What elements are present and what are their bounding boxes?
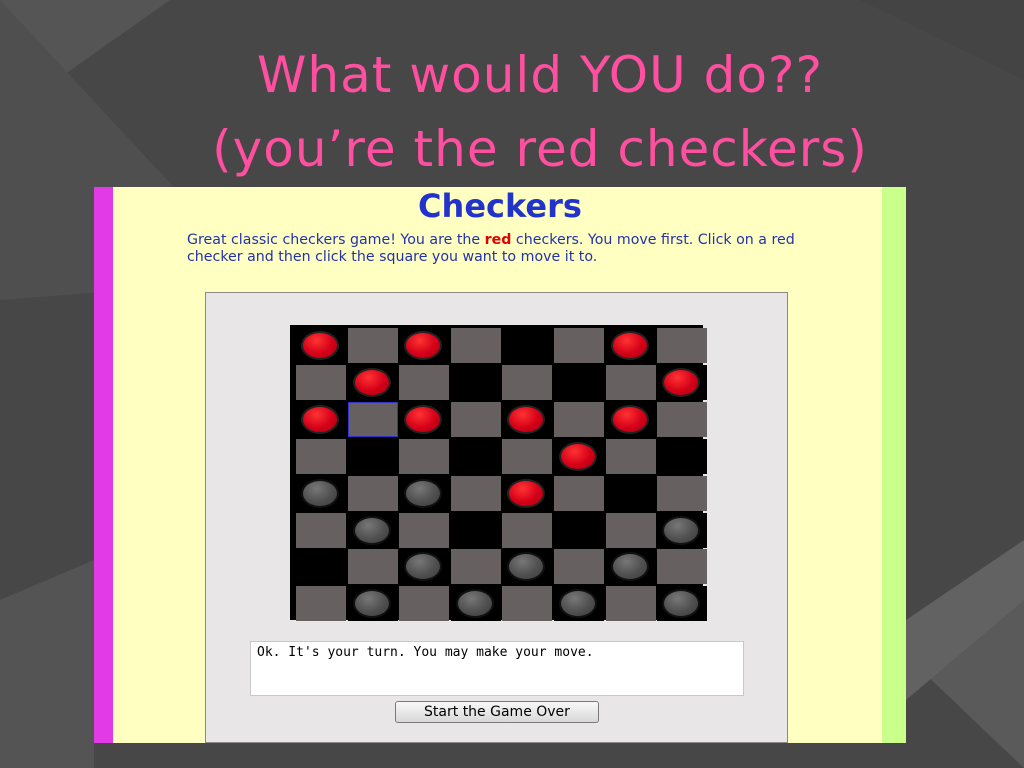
board-square[interactable] <box>399 364 450 400</box>
red-checker-piece[interactable] <box>507 404 546 434</box>
board-square[interactable] <box>399 401 450 437</box>
board-square[interactable] <box>399 438 450 474</box>
red-checker-piece[interactable] <box>610 404 649 434</box>
board-square[interactable] <box>399 549 450 585</box>
red-checker-piece[interactable] <box>559 441 597 471</box>
board-square[interactable] <box>502 549 553 585</box>
slide-title-line-1: What would YOU do?? <box>256 46 824 104</box>
red-checker-piece[interactable] <box>301 331 339 360</box>
board-square[interactable] <box>296 401 346 437</box>
board-square[interactable] <box>502 438 553 474</box>
board-square[interactable] <box>554 364 604 400</box>
board-square[interactable] <box>554 401 604 437</box>
black-checker-piece[interactable] <box>610 552 649 582</box>
checkers-board[interactable] <box>290 325 708 622</box>
board-square[interactable] <box>605 401 656 437</box>
red-checker-piece[interactable] <box>662 367 701 397</box>
red-checker-piece[interactable] <box>404 404 443 434</box>
board-square[interactable] <box>450 475 501 511</box>
board-square[interactable] <box>399 586 450 622</box>
board-square[interactable] <box>296 549 346 585</box>
board-square[interactable] <box>450 549 501 585</box>
board-square[interactable] <box>347 512 398 548</box>
board-square[interactable] <box>399 475 450 511</box>
black-checker-piece[interactable] <box>404 478 443 508</box>
board-square[interactable] <box>502 512 553 548</box>
board-square[interactable] <box>554 586 604 622</box>
red-checker-piece[interactable] <box>507 478 546 508</box>
black-checker-piece[interactable] <box>352 589 391 619</box>
start-game-over-button[interactable]: Start the Game Over <box>395 701 599 723</box>
board-square[interactable] <box>347 328 398 363</box>
board-square[interactable] <box>657 475 708 511</box>
board-square[interactable] <box>399 512 450 548</box>
board-square[interactable] <box>605 475 656 511</box>
left-color-strip <box>94 187 113 743</box>
board-square[interactable] <box>554 438 604 474</box>
black-checker-piece[interactable] <box>559 589 597 619</box>
game-instructions: Great classic checkers game! You are the… <box>187 232 827 266</box>
board-square[interactable] <box>347 364 398 400</box>
board-square[interactable] <box>296 438 346 474</box>
checkers-game-screenshot: Checkers Great classic checkers game! Yo… <box>94 187 906 743</box>
board-square[interactable] <box>347 438 398 474</box>
board-square[interactable] <box>502 475 553 511</box>
red-checker-piece[interactable] <box>352 367 391 397</box>
board-square[interactable] <box>450 364 501 400</box>
red-checker-piece[interactable] <box>301 404 339 434</box>
board-square[interactable] <box>657 328 708 363</box>
board-square[interactable] <box>502 401 553 437</box>
board-square[interactable] <box>605 438 656 474</box>
red-checker-piece[interactable] <box>610 331 649 360</box>
board-square[interactable] <box>296 512 346 548</box>
board-square[interactable] <box>450 401 501 437</box>
right-color-strip <box>882 187 906 743</box>
board-square[interactable] <box>450 512 501 548</box>
board-square[interactable] <box>605 328 656 363</box>
board-square[interactable] <box>502 586 553 622</box>
black-checker-piece[interactable] <box>301 478 339 508</box>
board-square[interactable] <box>296 364 346 400</box>
board-square[interactable] <box>450 328 501 363</box>
board-square[interactable] <box>657 438 708 474</box>
board-square[interactable] <box>502 364 553 400</box>
black-checker-piece[interactable] <box>455 589 494 619</box>
board-square[interactable] <box>450 438 501 474</box>
black-checker-piece[interactable] <box>662 589 701 619</box>
board-square[interactable] <box>554 512 604 548</box>
instructions-highlight-red: red <box>484 232 512 248</box>
board-square[interactable] <box>296 475 346 511</box>
game-heading: Checkers <box>418 187 582 225</box>
black-checker-piece[interactable] <box>352 515 391 545</box>
board-square[interactable] <box>605 512 656 548</box>
board-square[interactable] <box>657 549 708 585</box>
board-square[interactable] <box>605 586 656 622</box>
board-square[interactable] <box>399 328 450 363</box>
board-square[interactable] <box>296 328 346 363</box>
red-checker-piece[interactable] <box>404 331 443 360</box>
board-square[interactable] <box>657 586 708 622</box>
board-square[interactable] <box>347 475 398 511</box>
board-square[interactable] <box>554 475 604 511</box>
board-square[interactable] <box>450 586 501 622</box>
board-square[interactable] <box>605 364 656 400</box>
black-checker-piece[interactable] <box>507 552 546 582</box>
board-square[interactable] <box>296 586 346 622</box>
slide-title-line-2: (you’re the red checkers) <box>212 120 868 178</box>
board-square[interactable] <box>605 549 656 585</box>
board-square[interactable] <box>347 549 398 585</box>
board-square[interactable] <box>657 512 708 548</box>
black-checker-piece[interactable] <box>662 515 701 545</box>
game-panel: Ok. It's your turn. You may make your mo… <box>205 292 788 743</box>
black-checker-piece[interactable] <box>404 552 443 582</box>
status-message-box[interactable]: Ok. It's your turn. You may make your mo… <box>250 641 744 696</box>
board-square[interactable] <box>347 401 398 437</box>
instructions-text-start: Great classic checkers game! You are the <box>187 232 485 248</box>
board-square[interactable] <box>347 586 398 622</box>
board-square[interactable] <box>554 328 604 363</box>
board-square[interactable] <box>657 364 708 400</box>
board-square[interactable] <box>502 328 553 363</box>
board-square[interactable] <box>657 401 708 437</box>
board-square[interactable] <box>554 549 604 585</box>
